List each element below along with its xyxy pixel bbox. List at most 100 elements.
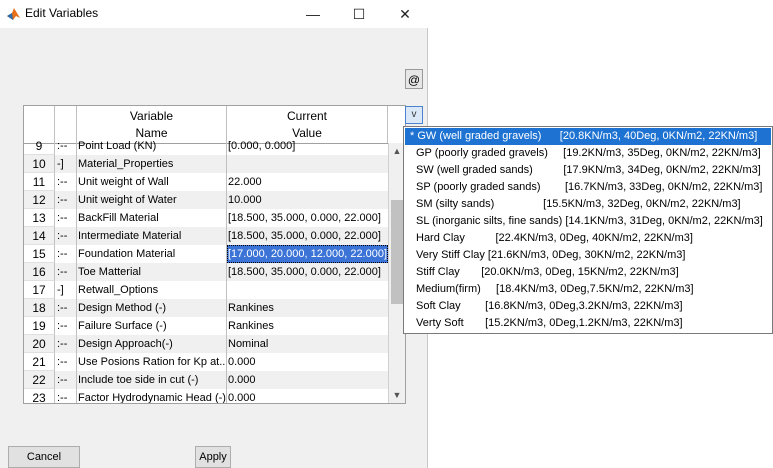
row-variable-name[interactable]: Unit weight of Water	[77, 191, 227, 209]
at-button[interactable]: @	[405, 69, 423, 89]
scroll-thumb[interactable]	[391, 200, 403, 304]
row-index: 16	[24, 263, 55, 281]
row-current-value[interactable]: [0.000, 0.000]	[227, 137, 388, 155]
row-current-value[interactable]: [18.500, 35.000, 0.000, 22.000]	[227, 263, 388, 281]
row-tree-marker[interactable]: -]	[55, 155, 77, 173]
row-variable-name[interactable]: Retwall_Options	[77, 281, 227, 299]
close-button[interactable]: ✕	[382, 0, 428, 28]
table-row[interactable]: 14:-- Intermediate Material [18.500, 35.00…	[24, 227, 388, 245]
row-current-value[interactable]: 0.000	[227, 371, 388, 389]
row-current-value[interactable]: 22.000	[227, 173, 388, 191]
minimize-button[interactable]: —	[290, 0, 336, 28]
row-current-value[interactable]: Rankines	[227, 299, 388, 317]
row-variable-name[interactable]: Unit weight of Wall	[77, 173, 227, 191]
dropdown-arrow-button[interactable]: v	[405, 106, 423, 124]
dropdown-option[interactable]: SP (poorly graded sands) [16.7KN/m3, 33D…	[405, 179, 771, 196]
dropdown-option[interactable]: Hard Clay [22.4KN/m3, 0Deg, 40KN/m2, 22K…	[405, 230, 771, 247]
maximize-button[interactable]: ☐	[336, 0, 382, 28]
dropdown-option[interactable]: SW (well graded sands) [17.9KN/m3, 34Deg…	[405, 162, 771, 179]
header-current-line1: Current	[286, 109, 327, 123]
row-tree-marker[interactable]: -]	[55, 281, 77, 299]
dropdown-option[interactable]: * GW (well graded gravels) [20.8KN/m3, 4…	[405, 128, 771, 145]
row-variable-name[interactable]: BackFill Material	[77, 209, 227, 227]
row-variable-name[interactable]: Include toe side in cut (-)	[77, 371, 227, 389]
row-tree-marker[interactable]: :--	[55, 371, 77, 389]
row-current-value[interactable]: 0.000	[227, 353, 388, 371]
row-variable-name[interactable]: Use Posions Ration for Kp at...	[77, 353, 227, 371]
dropdown-option[interactable]: Soft Clay [16.8KN/m3, 0Deg,3.2KN/m3, 22K…	[405, 298, 771, 315]
row-tree-marker[interactable]: :--	[55, 263, 77, 281]
table-row[interactable]: 11:-- Unit weight of Wall 22.000	[24, 173, 388, 191]
cancel-button[interactable]: Cancel	[8, 446, 80, 468]
row-variable-name[interactable]: Material_Properties	[77, 155, 227, 173]
table-row[interactable]: 20:-- Design Approach(-) Nominal	[24, 335, 388, 353]
dropdown-option[interactable]: Verty Soft [15.2KN/m3, 0Deg,1.2KN/m3, 22…	[405, 315, 771, 332]
row-tree-marker[interactable]: :--	[55, 335, 77, 353]
row-current-value[interactable]	[227, 281, 388, 299]
table-row[interactable]: 10 -] Material_Properties	[24, 155, 388, 173]
row-tree-marker[interactable]: :--	[55, 191, 77, 209]
row-current-value[interactable]: 0.000	[227, 389, 388, 403]
row-index: 10	[24, 155, 55, 173]
table-row[interactable]: 19:-- Failure Surface (-) Rankines	[24, 317, 388, 335]
row-index: 19	[24, 317, 55, 335]
row-variable-name[interactable]: Design Method (-)	[77, 299, 227, 317]
table-row[interactable]: 9:-- Point Load (KN) [0.000, 0.000]	[24, 137, 388, 155]
row-index: 12	[24, 191, 55, 209]
row-variable-name[interactable]: Factor Hydrodynamic Head (-)	[77, 389, 227, 403]
row-current-value[interactable]: [18.500, 35.000, 0.000, 22.000]	[227, 209, 388, 227]
row-index: 23	[24, 389, 55, 403]
table-row[interactable]: 13:-- BackFill Material [18.500, 35.000, 0…	[24, 209, 388, 227]
row-variable-name[interactable]: Foundation Material	[77, 245, 227, 263]
dropdown-option[interactable]: GP (poorly graded gravels) [19.2KN/m3, 3…	[405, 145, 771, 162]
table-row[interactable]: 16:-- Toe Matterial [18.500, 35.000, 0.000…	[24, 263, 388, 281]
row-tree-marker[interactable]: :--	[55, 299, 77, 317]
table-row[interactable]: 21:-- Use Posions Ration for Kp at... 0.00…	[24, 353, 388, 371]
dropdown-option[interactable]: SM (silty sands) [15.5KN/m3, 32Deg, 0KN/…	[405, 196, 771, 213]
row-tree-marker[interactable]: :--	[55, 353, 77, 371]
row-variable-name[interactable]: Toe Matterial	[77, 263, 227, 281]
table-row[interactable]: 23:-- Factor Hydrodynamic Head (-) 0.000	[24, 389, 388, 403]
row-current-value[interactable]: Nominal	[227, 335, 388, 353]
row-current-value[interactable]: [18.500, 35.000, 0.000, 22.000]	[227, 227, 388, 245]
row-current-value[interactable]: [17.000, 20.000, 12.000, 22.000]	[227, 245, 388, 263]
row-variable-name[interactable]: Point Load (KN)	[77, 137, 227, 155]
row-current-value[interactable]	[227, 155, 388, 173]
row-index: 9	[24, 137, 55, 155]
row-current-value[interactable]: Rankines	[227, 317, 388, 335]
edit-variables-dialog: Edit Variables — ☐ ✕ @ Variable Name Cur…	[0, 0, 428, 468]
row-tree-marker[interactable]: :--	[55, 317, 77, 335]
table-row[interactable]: 15:-- Foundation Material [17.000, 20.000,…	[24, 245, 388, 263]
row-variable-name[interactable]: Intermediate Material	[77, 227, 227, 245]
row-tree-marker[interactable]: :--	[55, 209, 77, 227]
row-variable-name[interactable]: Failure Surface (-)	[77, 317, 227, 335]
table-row[interactable]: 18:-- Design Method (-) Rankines	[24, 299, 388, 317]
row-current-value[interactable]: 10.000	[227, 191, 388, 209]
scroll-down-icon[interactable]: ▼	[389, 387, 405, 403]
material-dropdown-list[interactable]: * GW (well graded gravels) [20.8KN/m3, 4…	[403, 126, 773, 334]
row-tree-marker[interactable]: :--	[55, 245, 77, 263]
header-variable-line1: Variable	[129, 109, 174, 123]
table-row[interactable]: 17 -] Retwall_Options	[24, 281, 388, 299]
dropdown-option[interactable]: Very Stiff Clay [21.6KN/m3, 0Deg, 30KN/m…	[405, 247, 771, 264]
table-row[interactable]: 22:-- Include toe side in cut (-) 0.000	[24, 371, 388, 389]
matlab-logo-icon	[7, 8, 20, 20]
row-variable-name[interactable]: Design Approach(-)	[77, 335, 227, 353]
apply-button[interactable]: Apply	[195, 446, 231, 468]
table-row[interactable]: 12:-- Unit weight of Water 10.000	[24, 191, 388, 209]
window-title: Edit Variables	[25, 6, 99, 20]
row-index: 21	[24, 353, 55, 371]
dropdown-option[interactable]: Stiff Clay [20.0KN/m3, 0Deg, 15KN/m2, 22…	[405, 264, 771, 281]
variables-table: Variable Name Current Value 9:-- Point Lo…	[23, 105, 406, 404]
row-tree-marker[interactable]: :--	[55, 137, 77, 155]
row-index: 17	[24, 281, 55, 299]
row-index: 13	[24, 209, 55, 227]
row-tree-marker[interactable]: :--	[55, 389, 77, 403]
row-index: 11	[24, 173, 55, 191]
row-index: 20	[24, 335, 55, 353]
dropdown-option[interactable]: Medium(firm) [18.4KN/m3, 0Deg,7.5KN/m2, …	[405, 281, 771, 298]
row-tree-marker[interactable]: :--	[55, 227, 77, 245]
row-tree-marker[interactable]: :--	[55, 173, 77, 191]
row-index: 14	[24, 227, 55, 245]
dropdown-option[interactable]: SL (inorganic silts, fine sands) [14.1KN…	[405, 213, 771, 230]
